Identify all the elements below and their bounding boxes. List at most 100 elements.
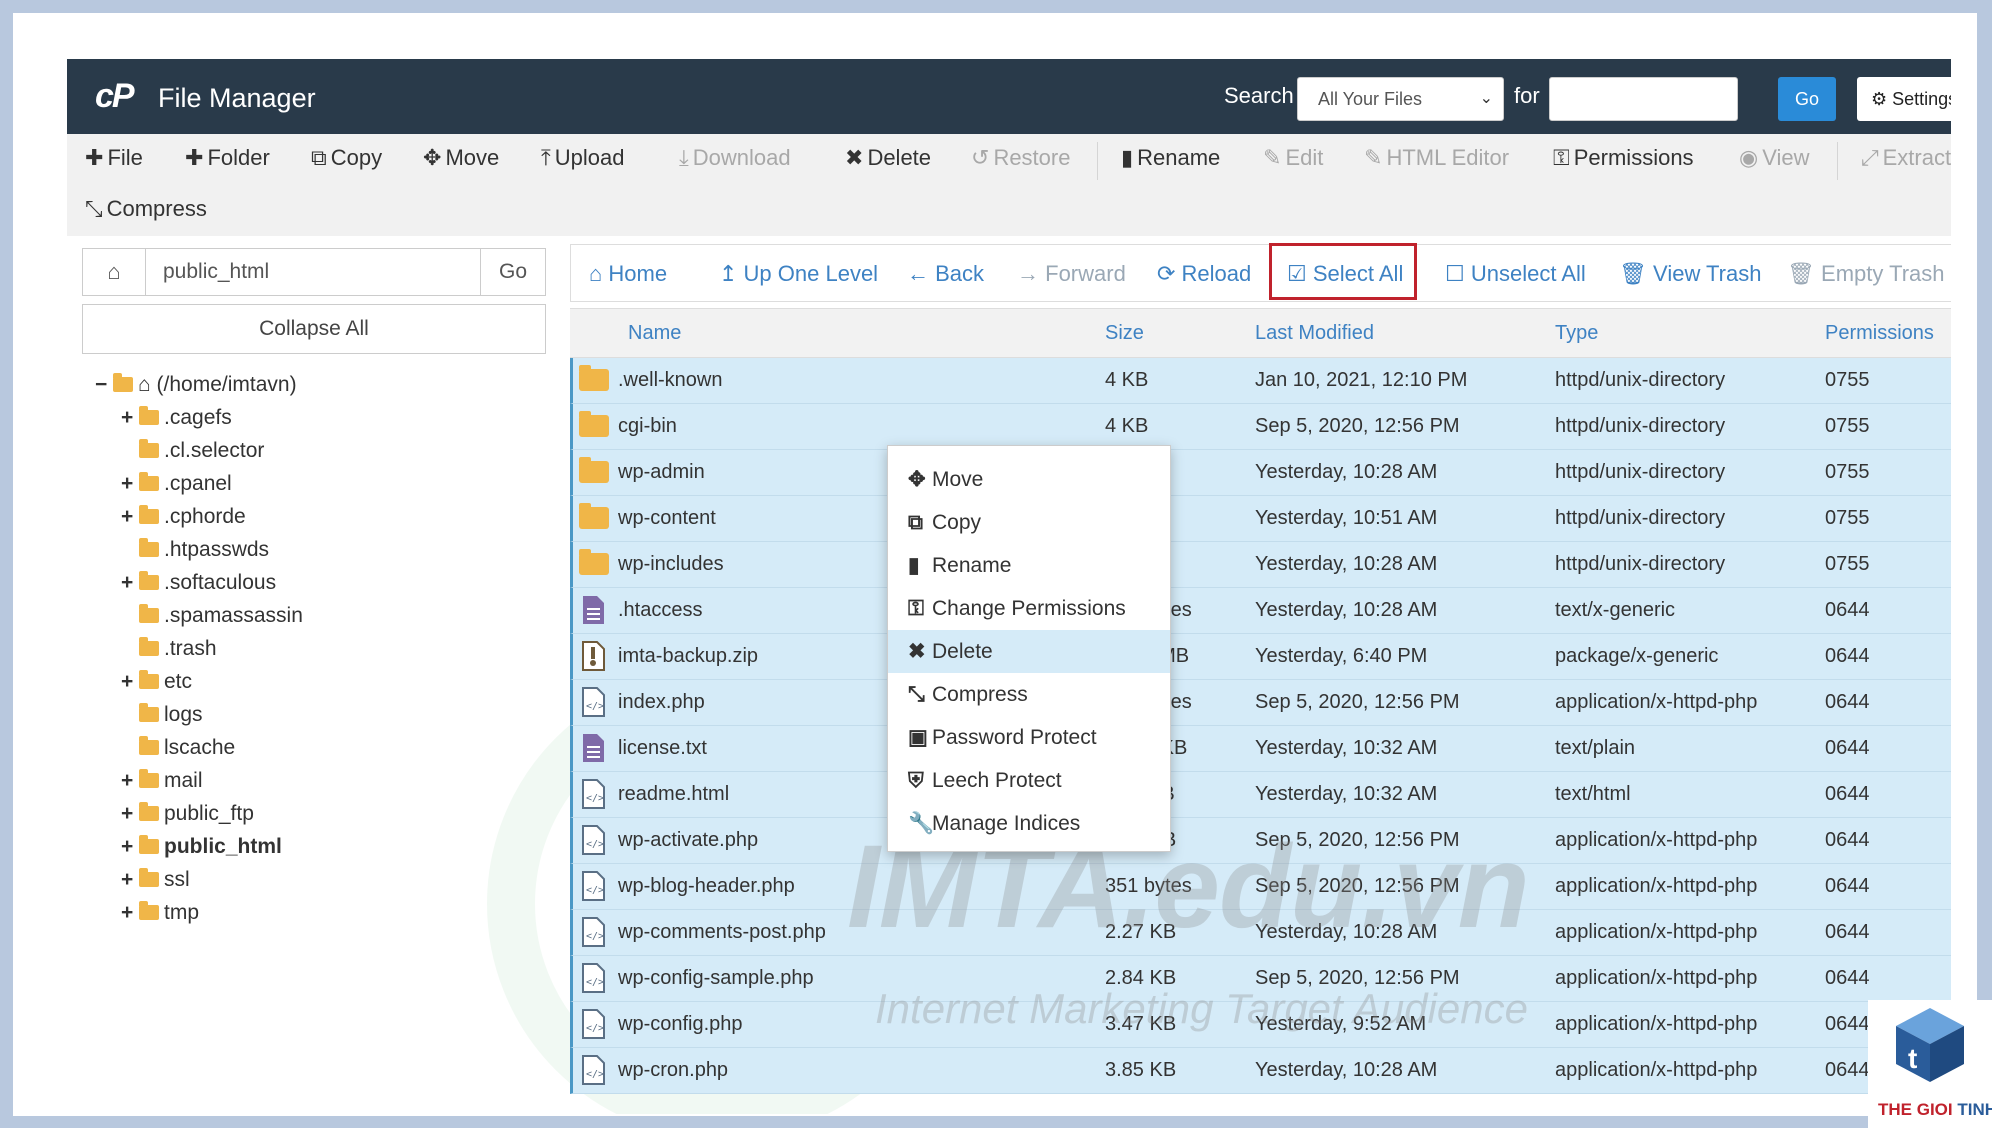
table-row[interactable]: .well-known 4 KB Jan 10, 2021, 12:10 PM htt… <box>570 358 1951 404</box>
tree-item[interactable]: + .cagefs <box>121 406 232 430</box>
file-name[interactable]: imta-backup.zip <box>618 645 758 668</box>
tree-root[interactable]: − ⌂ (/home/imtavn) <box>95 373 297 397</box>
tree-item[interactable]: + .softaculous <box>121 571 276 595</box>
column-header-size[interactable]: Size <box>1105 322 1144 345</box>
table-row[interactable]: wp-admin4 KBYesterday, 10:28 AMhttpd/uni… <box>570 450 1951 496</box>
expand-icon[interactable]: + <box>121 571 139 595</box>
tree-item[interactable]: + etc <box>121 670 192 694</box>
column-header-last-modified[interactable]: Last Modified <box>1255 322 1374 345</box>
toolbar-file-button[interactable]: ✚ File <box>85 145 143 171</box>
search-go-button[interactable]: Go <box>1778 77 1836 121</box>
nav-reload-button[interactable]: ⟳ Reload <box>1157 261 1251 287</box>
file-name[interactable]: wp-admin <box>618 461 705 484</box>
table-row[interactable]: .htaccess801 bytesYesterday, 10:28 AMtex… <box>570 588 1951 634</box>
file-name[interactable]: wp-content <box>618 507 716 530</box>
column-header-type[interactable]: Type <box>1555 322 1598 345</box>
file-name[interactable]: license.txt <box>618 737 707 760</box>
column-header-permissions[interactable]: Permissions <box>1825 322 1934 345</box>
collapse-all-button[interactable]: Collapse All <box>82 304 546 354</box>
expand-icon[interactable]: + <box>121 505 139 529</box>
file-name[interactable]: wp-activate.php <box>618 829 758 852</box>
tree-item[interactable]: + .cpanel <box>121 472 232 496</box>
path-go-button[interactable]: Go <box>480 249 545 295</box>
toolbar-rename-button[interactable]: ▮ Rename <box>1121 145 1220 171</box>
toolbar-move-button[interactable]: ✥ Move <box>423 145 499 171</box>
table-row[interactable]: cgi-bin 4 KB Sep 5, 2020, 12:56 PM httpd/un… <box>570 404 1951 450</box>
expand-icon[interactable]: + <box>121 802 139 826</box>
tree-item[interactable]: .spamassassin <box>121 604 303 628</box>
table-row[interactable]: license.txt19.45 KBYesterday, 10:32 AMte… <box>570 726 1951 772</box>
file-name[interactable]: wp-cron.php <box>618 1059 728 1082</box>
tree-item[interactable]: + .cphorde <box>121 505 246 529</box>
table-row[interactable]: </> wp-cron.php 3.85 KB Yesterday, 10:28 AM… <box>570 1048 1951 1094</box>
table-row[interactable]: wp-includes12 KBYesterday, 10:28 AMhttpd… <box>570 542 1951 588</box>
expand-icon[interactable]: + <box>121 670 139 694</box>
expand-icon[interactable]: + <box>121 472 139 496</box>
tree-item[interactable]: .cl.selector <box>121 439 264 463</box>
tree-item[interactable]: + ssl <box>121 868 190 892</box>
nav-empty-trash-button[interactable]: 🗑 Empty Trash <box>1787 261 1945 287</box>
toolbar-restore-button[interactable]: ↺ Restore <box>971 145 1070 171</box>
expand-icon[interactable]: + <box>121 835 139 859</box>
context-menu-move[interactable]: ✥ Move <box>888 458 1170 501</box>
expand-icon[interactable]: + <box>121 901 139 925</box>
file-name[interactable]: wp-comments-post.php <box>618 921 826 944</box>
context-menu-copy[interactable]: ⧉ Copy <box>888 501 1170 544</box>
toolbar-view-button[interactable]: ◉ View <box>1739 145 1810 171</box>
file-name[interactable]: wp-blog-header.php <box>618 875 795 898</box>
toolbar-extract-button[interactable]: ⤢ Extract <box>1861 145 1951 171</box>
toolbar-download-button[interactable]: ⤓ Download <box>679 145 791 171</box>
tree-item[interactable]: + mail <box>121 769 203 793</box>
tree-item[interactable]: + tmp <box>121 901 199 925</box>
file-name[interactable]: .well-known <box>618 369 722 392</box>
nav-up-one-level-button[interactable]: ↥ Up One Level <box>719 261 878 287</box>
toolbar-delete-button[interactable]: ✖ Delete <box>845 145 931 171</box>
context-menu-leech-protect[interactable]: ⛨ Leech Protect <box>888 759 1170 802</box>
toolbar-permissions-button[interactable]: ⚿ Permissions <box>1553 145 1694 171</box>
file-name[interactable]: cgi-bin <box>618 415 677 438</box>
context-menu-password-protect[interactable]: ▣ Password Protect <box>888 716 1170 759</box>
nav-forward-button[interactable]: → Forward <box>1017 261 1126 287</box>
home-icon[interactable]: ⌂ <box>83 249 146 295</box>
table-row[interactable]: wp-content4 KBYesterday, 10:51 AMhttpd/u… <box>570 496 1951 542</box>
toolbar-copy-button[interactable]: ⧉ Copy <box>311 145 382 171</box>
context-menu-delete[interactable]: ✖ Delete <box>888 630 1170 673</box>
tree-item[interactable]: logs <box>121 703 203 727</box>
nav-unselect-all-button[interactable]: ☐ Unselect All <box>1445 261 1586 287</box>
file-name[interactable]: .htaccess <box>618 599 702 622</box>
file-name[interactable]: readme.html <box>618 783 729 806</box>
table-row[interactable]: </>readme.html7.11 KBYesterday, 10:32 AM… <box>570 772 1951 818</box>
table-row[interactable]: imta-backup.zip47.11 MBYesterday, 6:40 P… <box>570 634 1951 680</box>
expand-icon[interactable]: + <box>121 769 139 793</box>
nav-view-trash-button[interactable]: 🗑 View Trash <box>1619 261 1761 287</box>
context-menu-rename[interactable]: ▮ Rename <box>888 544 1170 587</box>
tree-item[interactable]: + public_ftp <box>121 802 254 826</box>
toolbar-upload-button[interactable]: ⤒ Upload <box>541 145 624 171</box>
context-menu-compress[interactable]: ⤡ Compress <box>888 673 1170 716</box>
path-input[interactable]: public_html <box>163 249 269 295</box>
cpanel-logo[interactable]: cP <box>95 77 135 116</box>
tree-item[interactable]: lscache <box>121 736 235 760</box>
expand-icon[interactable]: + <box>121 406 139 430</box>
toolbar-compress-button[interactable]: ⤡ Compress <box>85 196 207 222</box>
nav-home-button[interactable]: ⌂ Home <box>589 261 667 287</box>
settings-button[interactable]: ⚙ Settings <box>1857 77 1951 121</box>
context-menu-manage-indices[interactable]: 🔧Manage Indices <box>888 802 1170 845</box>
tree-item-current[interactable]: + public_html <box>121 835 282 859</box>
file-name[interactable]: index.php <box>618 691 705 714</box>
search-input[interactable] <box>1549 77 1738 121</box>
nav-back-button[interactable]: ← Back <box>907 261 984 287</box>
toolbar-edit-button[interactable]: ✎ Edit <box>1263 145 1323 171</box>
expand-icon[interactable]: + <box>121 868 139 892</box>
column-header-name[interactable]: Name <box>628 322 681 345</box>
tree-item[interactable]: .htpasswds <box>121 538 269 562</box>
collapse-icon[interactable]: − <box>95 373 113 397</box>
toolbar-html-editor-button[interactable]: ✎ HTML Editor <box>1364 145 1509 171</box>
file-name[interactable]: wp-config.php <box>618 1013 743 1036</box>
toolbar-folder-button[interactable]: ✚ Folder <box>185 145 270 171</box>
search-scope-select[interactable]: All Your Files ⌄ <box>1297 77 1504 121</box>
tree-item[interactable]: .trash <box>121 637 217 661</box>
file-name[interactable]: wp-config-sample.php <box>618 967 814 990</box>
file-name[interactable]: wp-includes <box>618 553 724 576</box>
table-row[interactable]: </>index.php405 bytesSep 5, 2020, 12:56 … <box>570 680 1951 726</box>
